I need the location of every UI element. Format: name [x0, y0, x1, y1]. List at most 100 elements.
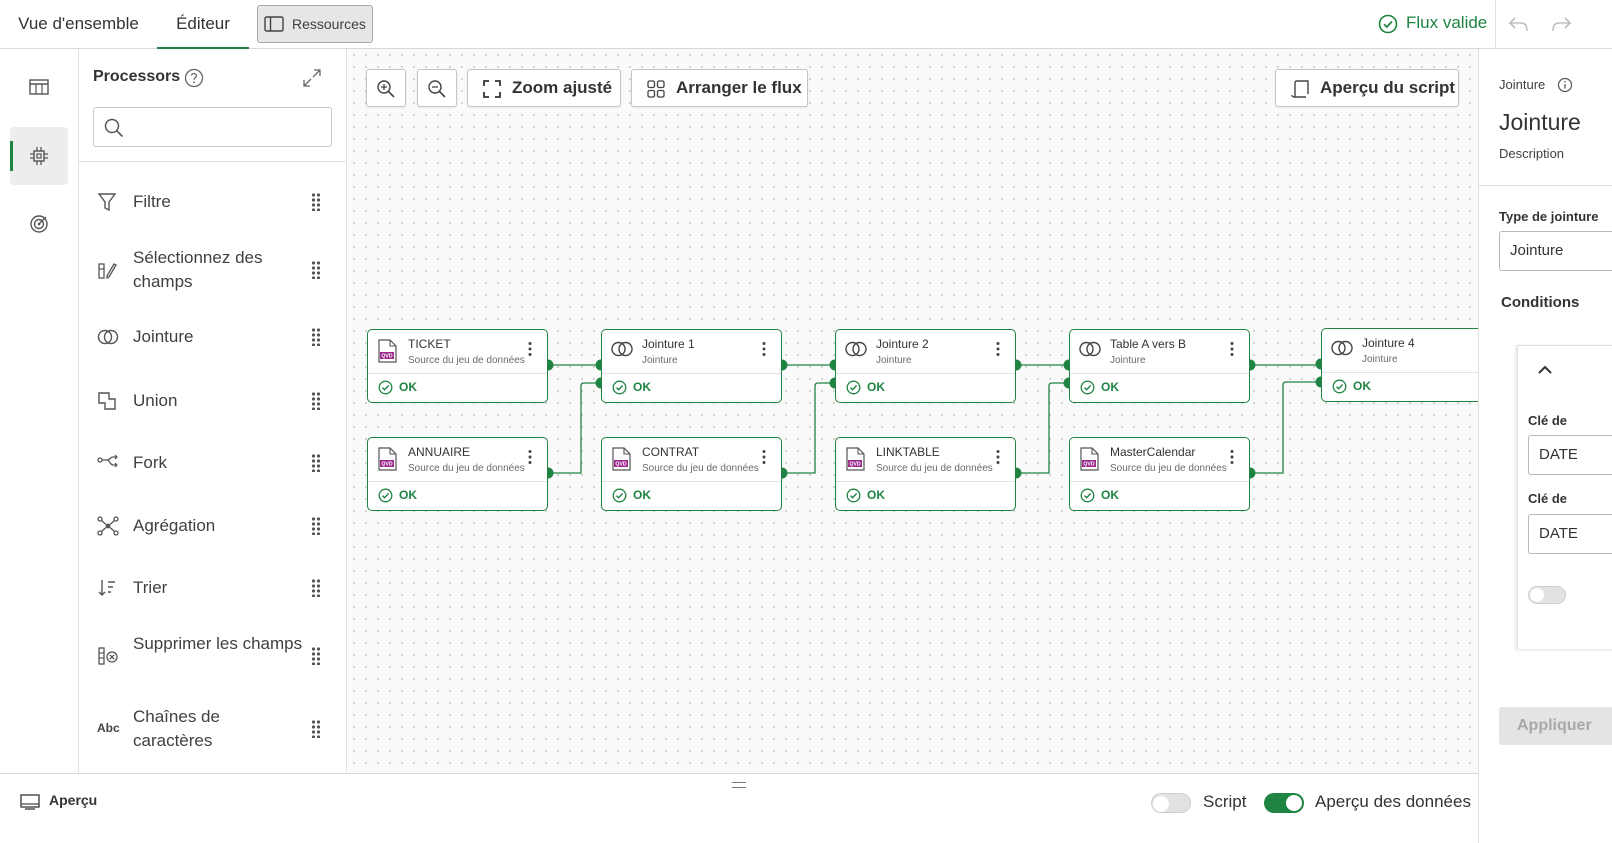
search-input[interactable] [93, 107, 332, 147]
resources-button[interactable]: Ressources [257, 5, 373, 43]
node-status: OK [612, 380, 651, 395]
apply-button[interactable]: Appliquer [1499, 707, 1612, 745]
flow-link [782, 382, 835, 474]
divider [836, 481, 1015, 482]
node-title: LINKTABLE [876, 445, 940, 459]
more-vertical-icon[interactable] [761, 449, 767, 470]
divider [368, 481, 547, 482]
more-vertical-icon[interactable] [1229, 449, 1235, 470]
svg-text:QVD: QVD [381, 354, 392, 360]
processor-item-remove-fields[interactable]: Supprimer les champs [79, 632, 347, 680]
node-status: OK [1080, 380, 1119, 395]
drag-handle-icon[interactable] [311, 647, 321, 665]
left-rail [0, 49, 79, 773]
drag-handle-icon[interactable] [311, 328, 321, 346]
node-subtitle: Jointure [642, 355, 678, 366]
rail-targets[interactable] [10, 195, 68, 253]
node-status-label: OK [399, 488, 417, 502]
more-vertical-icon[interactable] [995, 341, 1001, 362]
qvd-file-icon: QVD [376, 447, 398, 476]
script-toggle[interactable] [1151, 793, 1191, 813]
processor-item-sort[interactable]: Trier [79, 576, 347, 600]
key-right-select[interactable]: DATE [1528, 514, 1612, 554]
drag-handle-icon[interactable] [311, 392, 321, 410]
drag-handle-icon[interactable] [311, 454, 321, 472]
key-left-select[interactable]: DATE [1528, 435, 1612, 475]
node-subtitle: Jointure [876, 355, 912, 366]
drag-handle-icon[interactable] [311, 579, 321, 597]
node-subtitle: Source du jeu de données [876, 463, 993, 474]
active-indicator [10, 141, 13, 171]
qvd-file-icon: QVD [610, 447, 632, 476]
node-title: Jointure 4 [1362, 336, 1415, 350]
flow-node-mastercal[interactable]: QVD MasterCalendar Source du jeu de donnée… [1069, 437, 1250, 511]
undo-icon[interactable] [1508, 14, 1530, 34]
search-icon [104, 118, 124, 138]
expand-icon[interactable] [301, 67, 323, 89]
drag-handle-icon[interactable] [311, 517, 321, 535]
union-icon [98, 392, 116, 410]
processor-item-aggregation[interactable]: Agrégation [79, 514, 347, 538]
flow-node-annuaire[interactable]: QVD ANNUAIRE Source du jeu de données OK [367, 437, 548, 511]
more-vertical-icon[interactable] [527, 341, 533, 362]
node-status: OK [612, 488, 651, 503]
data-preview-toggle[interactable] [1264, 793, 1304, 813]
panel-title: Processors [93, 68, 181, 85]
processor-item-jointure[interactable]: Jointure [79, 325, 347, 349]
key-right-label: Clé de [1528, 491, 1568, 506]
flow-node-ticket[interactable]: QVD TICKET Source du jeu de données OK [367, 329, 548, 403]
flow-canvas[interactable]: Zoom ajusté Arranger le flux Aperçu du s… [348, 49, 1478, 773]
processor-label: Jointure [133, 327, 194, 346]
drag-handle-icon[interactable] [311, 720, 321, 738]
rail-processors[interactable] [10, 127, 68, 185]
panel-icon [264, 16, 284, 32]
drag-handle-icon[interactable] [311, 261, 321, 279]
processor-item-select-fields[interactable]: Sélectionnez des champs [79, 246, 347, 294]
node-status-label: OK [867, 380, 885, 394]
flow-node-tableavb[interactable]: Table A vers B Jointure OK [1069, 329, 1250, 403]
data-preview-label: Aperçu des données [1315, 792, 1471, 811]
processor-item-strings[interactable]: Abc Chaînes de caractères [79, 705, 347, 753]
breadcrumb: Jointure [1499, 77, 1546, 92]
node-subtitle: Source du jeu de données [642, 463, 759, 474]
tab-editor[interactable]: Éditeur [157, 0, 249, 49]
processor-item-filtre[interactable]: Filtre [79, 190, 347, 214]
preview-tab[interactable]: Aperçu [20, 792, 97, 810]
flow-link [548, 382, 601, 474]
condition-toggle[interactable] [1528, 586, 1566, 604]
rail-tables[interactable] [10, 59, 68, 117]
node-title: Jointure 1 [642, 337, 695, 351]
node-subtitle: Jointure [1110, 355, 1146, 366]
info-icon[interactable] [1557, 77, 1573, 93]
redo-icon[interactable] [1550, 14, 1572, 34]
flow-node-contrat[interactable]: QVD CONTRAT Source du jeu de données OK [601, 437, 782, 511]
check-circle-icon [1378, 14, 1398, 34]
more-vertical-icon[interactable] [761, 341, 767, 362]
divider [1070, 373, 1249, 374]
more-vertical-icon[interactable] [527, 449, 533, 470]
help-icon[interactable] [184, 68, 204, 88]
flow-node-jointure4[interactable]: Jointure 4 Jointure OK [1321, 328, 1478, 402]
flow-node-linktable[interactable]: QVD LINKTABLE Source du jeu de données OK [835, 437, 1016, 511]
more-vertical-icon[interactable] [1229, 341, 1235, 362]
chevron-up-icon[interactable] [1537, 364, 1553, 376]
flow-node-jointure1[interactable]: Jointure 1 Jointure OK [601, 329, 782, 403]
more-vertical-icon[interactable] [995, 449, 1001, 470]
node-status-label: OK [1101, 488, 1119, 502]
flow-status: Flux valide [1378, 13, 1487, 34]
processor-label: Fork [133, 453, 167, 472]
flow-node-jointure2[interactable]: Jointure 2 Jointure OK [835, 329, 1016, 403]
conditions-label: Conditions [1501, 294, 1580, 311]
processor-item-fork[interactable]: Fork [79, 451, 347, 475]
resize-handle[interactable] [732, 782, 746, 788]
processors-panel: Processors Filtre Sélectionnez des champ… [79, 49, 347, 773]
divider [602, 481, 781, 482]
description-link[interactable]: Description [1499, 146, 1564, 161]
select-fields-icon [98, 263, 117, 280]
join-type-select[interactable]: Jointure [1499, 231, 1612, 271]
drag-handle-icon[interactable] [311, 193, 321, 211]
processor-label: Agrégation [133, 516, 216, 535]
svg-text:QVD: QVD [849, 462, 860, 468]
processor-item-union[interactable]: Union [79, 389, 347, 413]
tab-overview[interactable]: Vue d'ensemble [0, 0, 157, 49]
